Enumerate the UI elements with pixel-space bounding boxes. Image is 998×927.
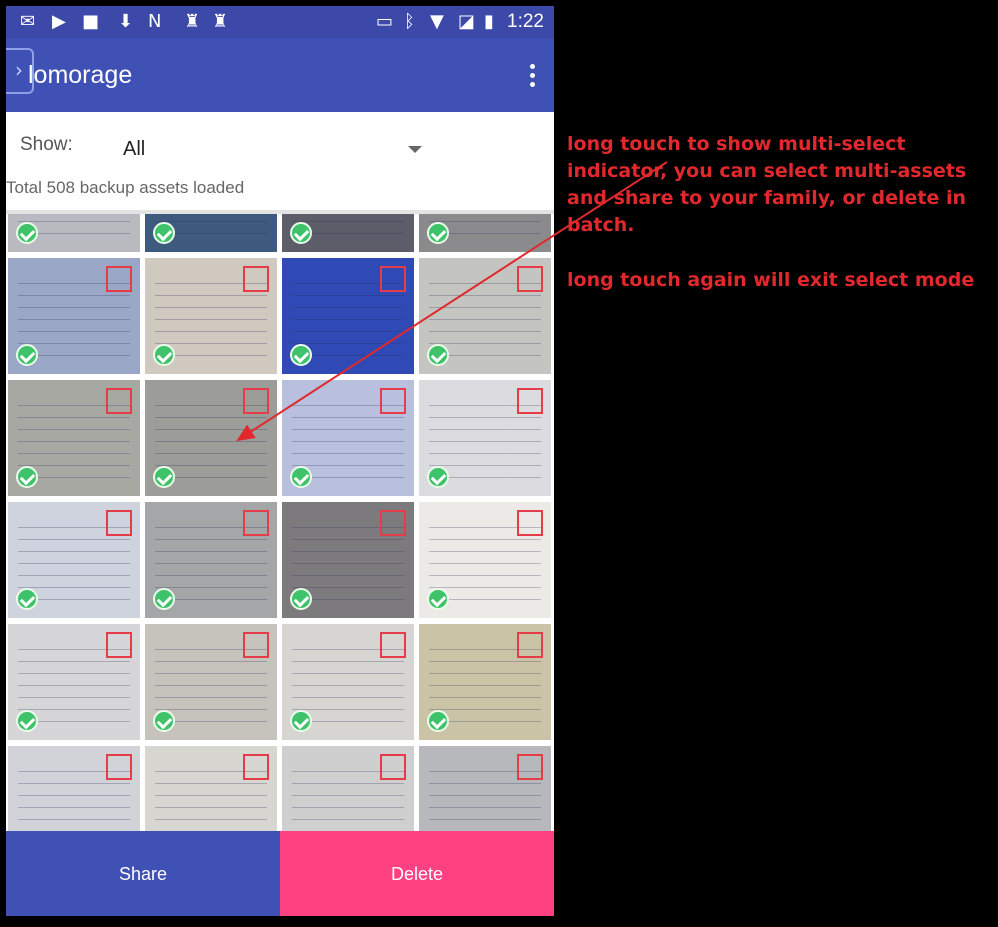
photo-tile[interactable] bbox=[8, 380, 140, 496]
phone-screen: ✉ ▶ ■ ⬇ N ♜ ♜ ▭ ᛒ ▼ ◪ ▮ 1:22 › lomorage … bbox=[6, 6, 554, 916]
photo-tile[interactable] bbox=[419, 746, 551, 836]
photo-tile[interactable] bbox=[145, 380, 277, 496]
select-checkbox[interactable] bbox=[243, 266, 269, 292]
photo-tile[interactable] bbox=[282, 380, 414, 496]
select-checkbox[interactable] bbox=[517, 266, 543, 292]
photo-tile[interactable] bbox=[8, 624, 140, 740]
select-checkbox[interactable] bbox=[243, 754, 269, 780]
backed-up-check-icon bbox=[16, 710, 38, 732]
backed-up-check-icon bbox=[16, 344, 38, 366]
n-app-icon: N bbox=[148, 11, 162, 32]
dropdown-caret-icon[interactable] bbox=[408, 146, 422, 153]
backed-up-check-icon bbox=[153, 344, 175, 366]
select-checkbox[interactable] bbox=[243, 388, 269, 414]
action-bar: Share Delete bbox=[6, 831, 554, 916]
backed-up-check-icon bbox=[16, 588, 38, 610]
backed-up-check-icon bbox=[427, 344, 449, 366]
photo-tile[interactable] bbox=[8, 746, 140, 836]
select-checkbox[interactable] bbox=[380, 754, 406, 780]
play-icon: ▶ bbox=[52, 11, 66, 32]
annotation-multi-select: long touch to show multi-select indicato… bbox=[567, 133, 967, 236]
no-sim-icon: ◪ bbox=[458, 11, 476, 32]
download-icon: ⬇ bbox=[118, 11, 134, 32]
total-assets-text: Total 508 backup assets loaded bbox=[6, 178, 245, 197]
select-checkbox[interactable] bbox=[106, 266, 132, 292]
keyhole-icon: ♜ bbox=[184, 11, 201, 32]
share-button[interactable]: Share bbox=[6, 831, 280, 916]
backed-up-check-icon bbox=[290, 222, 312, 244]
select-checkbox[interactable] bbox=[517, 510, 543, 536]
select-checkbox[interactable] bbox=[243, 632, 269, 658]
select-checkbox[interactable] bbox=[517, 632, 543, 658]
select-checkbox[interactable] bbox=[380, 266, 406, 292]
photo-tile[interactable] bbox=[8, 502, 140, 618]
show-dropdown[interactable]: All bbox=[123, 138, 145, 161]
photo-tile[interactable] bbox=[419, 214, 551, 252]
backed-up-check-icon bbox=[153, 710, 175, 732]
show-label: Show: bbox=[20, 134, 73, 155]
photo-tile[interactable] bbox=[145, 258, 277, 374]
photo-tile[interactable] bbox=[145, 502, 277, 618]
video-icon: ■ bbox=[82, 11, 100, 32]
select-checkbox[interactable] bbox=[106, 510, 132, 536]
select-checkbox[interactable] bbox=[106, 754, 132, 780]
backed-up-check-icon bbox=[290, 710, 312, 732]
photo-tile[interactable] bbox=[419, 380, 551, 496]
photo-tile[interactable] bbox=[419, 502, 551, 618]
gmail-icon: ✉ bbox=[20, 11, 36, 32]
photo-tile[interactable] bbox=[282, 624, 414, 740]
select-checkbox[interactable] bbox=[243, 510, 269, 536]
backed-up-check-icon bbox=[427, 710, 449, 732]
photo-tile[interactable] bbox=[145, 214, 277, 252]
backed-up-check-icon bbox=[290, 588, 312, 610]
select-checkbox[interactable] bbox=[517, 754, 543, 780]
photo-tile[interactable] bbox=[282, 502, 414, 618]
photo-tile[interactable] bbox=[8, 258, 140, 374]
more-vert-icon[interactable] bbox=[530, 64, 536, 91]
wifi-icon: ▼ bbox=[430, 11, 444, 32]
photo-tile[interactable] bbox=[419, 258, 551, 374]
clock: 1:22 bbox=[507, 11, 544, 32]
select-checkbox[interactable] bbox=[380, 510, 406, 536]
backed-up-check-icon bbox=[427, 222, 449, 244]
photo-tile[interactable] bbox=[145, 746, 277, 836]
backed-up-check-icon bbox=[153, 222, 175, 244]
backed-up-check-icon bbox=[153, 466, 175, 488]
photo-tile[interactable] bbox=[282, 746, 414, 836]
backed-up-check-icon bbox=[16, 222, 38, 244]
photo-tile[interactable] bbox=[145, 624, 277, 740]
select-checkbox[interactable] bbox=[517, 388, 543, 414]
select-checkbox[interactable] bbox=[380, 388, 406, 414]
status-bar: ✉ ▶ ■ ⬇ N ♜ ♜ ▭ ᛒ ▼ ◪ ▮ 1:22 bbox=[6, 6, 554, 38]
delete-button[interactable]: Delete bbox=[280, 831, 554, 916]
photo-tile[interactable] bbox=[282, 258, 414, 374]
photo-tile[interactable] bbox=[282, 214, 414, 252]
backed-up-check-icon bbox=[427, 588, 449, 610]
select-checkbox[interactable] bbox=[380, 632, 406, 658]
backed-up-check-icon bbox=[290, 466, 312, 488]
battery-icon: ▮ bbox=[484, 11, 494, 32]
backed-up-check-icon bbox=[427, 466, 449, 488]
photo-tile[interactable] bbox=[419, 624, 551, 740]
select-checkbox[interactable] bbox=[106, 632, 132, 658]
app-bar: › lomorage bbox=[6, 38, 554, 112]
app-title: lomorage bbox=[28, 61, 133, 89]
backed-up-check-icon bbox=[153, 588, 175, 610]
photo-grid bbox=[6, 214, 554, 836]
keyhole-icon: ♜ bbox=[212, 11, 229, 32]
backed-up-check-icon bbox=[16, 466, 38, 488]
photo-tile[interactable] bbox=[8, 214, 140, 252]
filter-panel: Show: All Total 508 backup assets loaded bbox=[6, 112, 554, 210]
select-checkbox[interactable] bbox=[106, 388, 132, 414]
bluetooth-icon: ᛒ bbox=[404, 11, 415, 32]
cast-icon: ▭ bbox=[376, 11, 394, 32]
backed-up-check-icon bbox=[290, 344, 312, 366]
annotation-exit-select: long touch again will exit select mode bbox=[567, 269, 975, 291]
